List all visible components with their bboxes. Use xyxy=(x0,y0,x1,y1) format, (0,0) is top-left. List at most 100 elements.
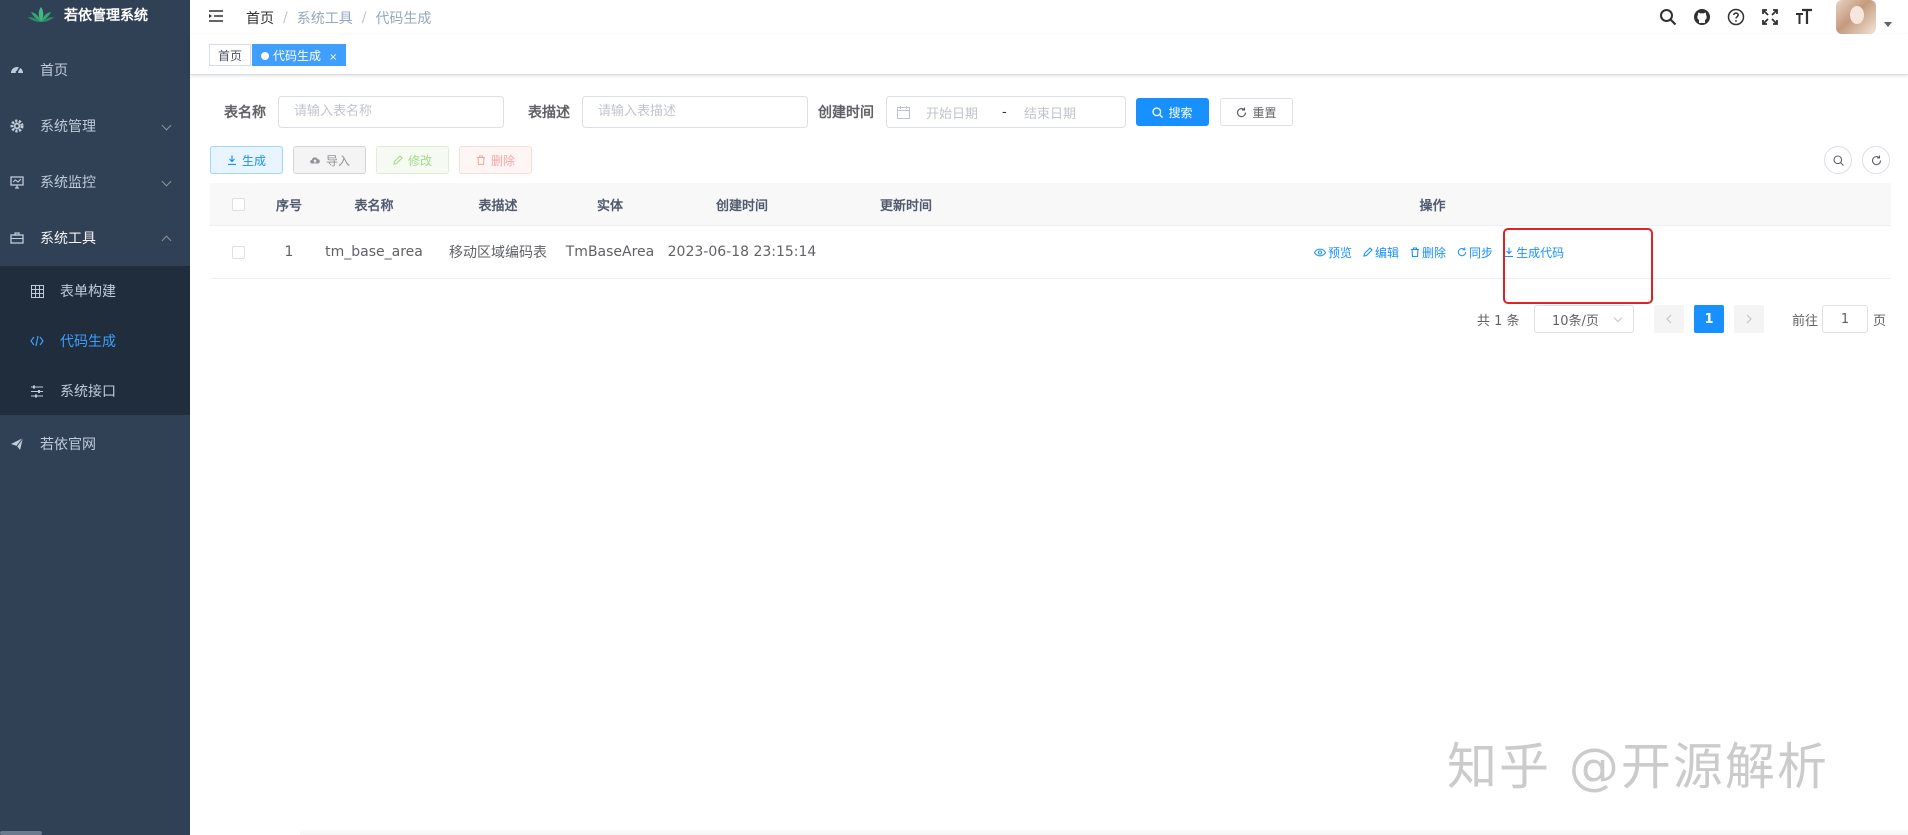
search-icon xyxy=(1152,106,1164,118)
refresh-icon xyxy=(1457,247,1467,257)
page-size-select[interactable]: 10条/页 xyxy=(1534,305,1634,333)
avatar[interactable] xyxy=(1836,0,1876,34)
row-select[interactable] xyxy=(210,226,266,278)
page-number-button[interactable]: 1 xyxy=(1694,305,1724,333)
pagination-total: 共 1 条 xyxy=(1477,313,1520,329)
chevron-down-icon xyxy=(161,176,172,187)
edit-button-label: 修改 xyxy=(407,153,432,168)
close-icon[interactable]: × xyxy=(329,52,337,63)
edit-link[interactable]: 编辑 xyxy=(1363,244,1399,261)
start-date-input[interactable]: 开始日期 xyxy=(926,103,1002,122)
table-desc-label: 表描述 xyxy=(528,105,570,121)
logo[interactable]: 若依管理系统 xyxy=(0,0,190,30)
sidebar-item-label: 系统接口 xyxy=(60,384,116,400)
refresh-table-button[interactable] xyxy=(1862,146,1890,174)
delete-button[interactable]: 删除 xyxy=(459,146,532,174)
select-all-checkbox[interactable] xyxy=(231,197,245,211)
tag-code-gen[interactable]: 代码生成 × xyxy=(252,44,347,66)
breadcrumb-item-system-tools: 系统工具 xyxy=(296,11,353,27)
hamburger-icon[interactable] xyxy=(208,8,224,24)
page-suffix: 页 xyxy=(1873,313,1887,329)
trash-icon xyxy=(476,155,485,165)
watermark: 知乎 @开源解析 xyxy=(1447,738,1829,796)
sidebar-item-code-gen[interactable]: 代码生成 xyxy=(0,316,190,366)
edit-link-label: 编辑 xyxy=(1375,245,1400,260)
grid-icon xyxy=(30,284,44,298)
sidebar: 若依管理系统 首页 系统管理 系统监控 系统工具 表单构建 代码生成 系统接口 … xyxy=(0,0,190,835)
tag-label: 首页 xyxy=(218,49,243,63)
sidebar-item-ruoyi-website[interactable]: 若依官网 xyxy=(0,416,190,472)
breadcrumb-separator: / xyxy=(361,10,367,26)
tag-home[interactable]: 首页 xyxy=(209,44,252,66)
chevron-left-icon xyxy=(1666,314,1672,324)
trash-icon xyxy=(1411,247,1420,257)
app-title: 若依管理系统 xyxy=(64,8,148,24)
breadcrumb-item-home[interactable]: 首页 xyxy=(246,8,274,28)
search-button-label: 搜索 xyxy=(1168,105,1193,120)
bottom-shadow xyxy=(300,829,1908,835)
edit-button[interactable]: 修改 xyxy=(376,146,449,174)
row-checkbox[interactable] xyxy=(231,245,245,259)
eye-icon xyxy=(1314,248,1326,256)
next-page-button[interactable] xyxy=(1734,305,1764,333)
sidebar-item-system-tools[interactable]: 系统工具 xyxy=(0,210,190,266)
delete-link[interactable]: 删除 xyxy=(1410,244,1446,261)
font-size-icon[interactable] xyxy=(1794,7,1814,27)
highlight-box xyxy=(1503,228,1653,304)
sidebar-item-home[interactable]: 首页 xyxy=(0,42,190,98)
toggle-search-button[interactable] xyxy=(1824,146,1852,174)
reset-button[interactable]: 重置 xyxy=(1220,98,1293,126)
header-table-desc: 表描述 xyxy=(478,198,518,214)
refresh-icon xyxy=(1871,155,1881,165)
submenu-system-tools: 表单构建 代码生成 系统接口 xyxy=(0,266,190,415)
search-icon xyxy=(1832,154,1844,166)
import-button[interactable]: 导入 xyxy=(293,146,366,174)
sidebar-item-label: 系统管理 xyxy=(40,119,96,135)
header-select-all[interactable] xyxy=(210,183,266,225)
search-button[interactable]: 搜索 xyxy=(1136,98,1209,126)
sidebar-scrollbar[interactable] xyxy=(0,831,42,835)
prev-page-button[interactable] xyxy=(1654,305,1684,333)
table-desc-input[interactable]: 请输入表描述 xyxy=(582,96,808,128)
active-dot-icon xyxy=(261,52,269,60)
download-icon xyxy=(227,155,236,165)
calendar-icon xyxy=(897,105,910,119)
dashboard-icon xyxy=(10,63,24,77)
chevron-down-icon xyxy=(161,120,172,131)
sidebar-item-label: 系统监控 xyxy=(40,175,96,191)
help-icon[interactable] xyxy=(1726,7,1746,27)
tag-label: 代码生成 xyxy=(273,49,322,63)
header-create-time: 创建时间 xyxy=(715,198,768,214)
preview-link-label: 预览 xyxy=(1328,245,1353,260)
preview-link[interactable]: 预览 xyxy=(1314,244,1352,261)
end-date-input[interactable]: 结束日期 xyxy=(1024,103,1076,122)
fullscreen-icon[interactable] xyxy=(1760,7,1780,27)
create-time-label: 创建时间 xyxy=(818,105,874,121)
sidebar-item-label: 代码生成 xyxy=(60,334,116,350)
sidebar-item-system-management[interactable]: 系统管理 xyxy=(0,98,190,154)
header-entity: 实体 xyxy=(596,198,623,214)
page-size-value: 10条/页 xyxy=(1552,313,1599,329)
generate-button[interactable]: 生成 xyxy=(210,146,283,174)
github-icon[interactable] xyxy=(1692,7,1712,27)
sync-link[interactable]: 同步 xyxy=(1457,244,1493,261)
search-icon[interactable] xyxy=(1658,7,1678,27)
sidebar-item-system-monitor[interactable]: 系统监控 xyxy=(0,154,190,210)
cell-update-time xyxy=(824,226,988,278)
caret-down-icon[interactable] xyxy=(1884,21,1892,27)
import-button-label: 导入 xyxy=(325,153,350,168)
delete-button-label: 删除 xyxy=(490,153,515,168)
date-range-picker[interactable]: 开始日期 - 结束日期 xyxy=(886,96,1126,128)
paper-plane-icon xyxy=(10,437,24,451)
table-name-input[interactable]: 请输入表名称 xyxy=(278,96,504,128)
sidebar-item-system-api[interactable]: 系统接口 xyxy=(0,366,190,416)
sidebar-item-form-builder[interactable]: 表单构建 xyxy=(0,266,190,316)
chevron-up-icon xyxy=(161,235,172,246)
header-table-name: 表名称 xyxy=(354,198,394,214)
breadcrumb-item-code-gen: 代码生成 xyxy=(375,11,432,27)
sidebar-item-label: 表单构建 xyxy=(60,284,116,300)
chevron-down-icon xyxy=(1613,313,1623,323)
goto-page-input[interactable]: 1 xyxy=(1822,305,1868,333)
cell-entity: TmBaseArea xyxy=(565,244,655,260)
toolbox-icon xyxy=(10,231,24,245)
